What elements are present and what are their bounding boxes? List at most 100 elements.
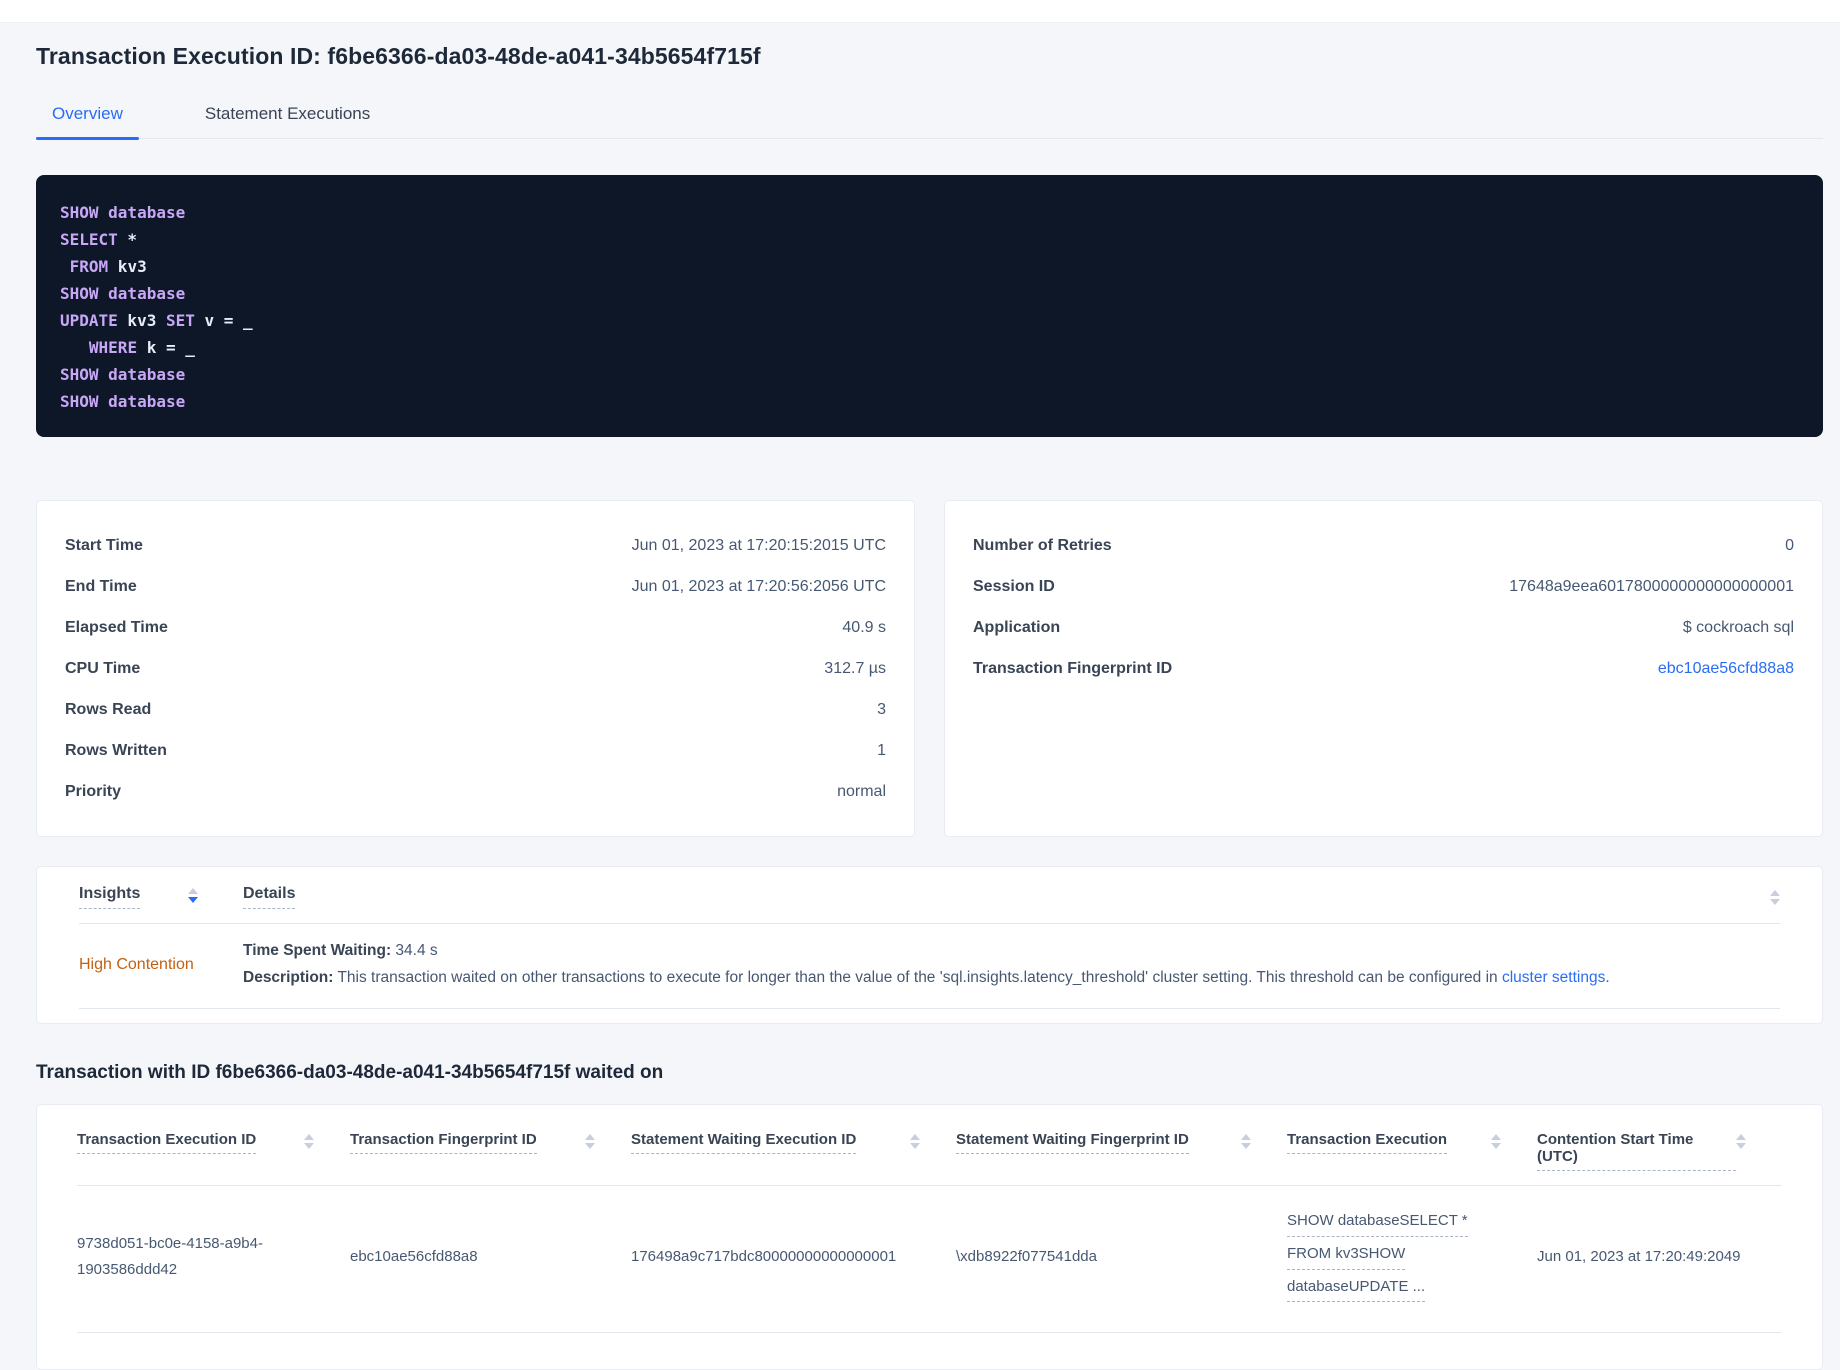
column-header-label[interactable]: Contention Start Time (UTC): [1537, 1131, 1736, 1171]
sort-up-icon: [1491, 1134, 1501, 1140]
transaction-execution-cell[interactable]: SHOW databaseSELECT * FROM kv3SHOW databas…: [1287, 1212, 1537, 1303]
time-spent-waiting-value: 34.4 s: [391, 942, 438, 959]
sort-arrows-icon[interactable]: [1491, 1134, 1501, 1149]
sort-arrows-icon[interactable]: [585, 1134, 595, 1149]
time-spent-waiting: Time Spent Waiting: 34.4 s: [243, 942, 1780, 960]
stat-label: CPU Time: [65, 659, 141, 677]
stat-row: Number of Retries 0: [973, 525, 1794, 566]
column-header[interactable]: Transaction Execution ID: [77, 1131, 350, 1171]
sort-down-icon: [910, 1143, 920, 1149]
sort-arrows-icon[interactable]: [1736, 1134, 1746, 1149]
stat-value: 312.7 µs: [824, 659, 886, 677]
insight-details: Time Spent Waiting: 34.4 s Description: …: [243, 942, 1780, 987]
description-label: Description:: [243, 969, 334, 986]
sort-down-icon: [1491, 1143, 1501, 1149]
sql-line: FROM kv3: [69, 257, 147, 276]
sql-line: SHOW database: [60, 284, 186, 303]
sort-up-icon: [1770, 890, 1780, 896]
stat-label: End Time: [65, 577, 137, 595]
sort-up-icon: [585, 1134, 595, 1140]
insight-description: Description: This transaction waited on …: [243, 969, 1780, 987]
column-header-label[interactable]: Transaction Fingerprint ID: [350, 1131, 537, 1154]
statement-waiting-fingerprint-id-cell: \xdb8922f077541dda: [956, 1248, 1097, 1265]
details-column-label[interactable]: Details: [243, 885, 296, 909]
description-text: This transaction waited on other transac…: [333, 969, 1502, 986]
sort-down-icon: [1241, 1143, 1251, 1149]
sql-line: SHOW database: [60, 365, 186, 384]
tab-overview[interactable]: Overview: [36, 94, 139, 140]
stat-label: Start Time: [65, 536, 143, 554]
column-header-label[interactable]: Transaction Execution ID: [77, 1131, 257, 1154]
transaction-execution-link-line[interactable]: FROM kv3SHOW: [1287, 1245, 1406, 1270]
column-header[interactable]: Transaction Execution: [1287, 1131, 1537, 1171]
sort-up-icon: [188, 888, 199, 894]
column-header-label[interactable]: Statement Waiting Fingerprint ID: [956, 1131, 1189, 1154]
stat-label: Number of Retries: [973, 536, 1112, 554]
sort-down-icon: [304, 1143, 314, 1149]
stat-value: 17648a9eea6017800000000000000001: [1509, 577, 1794, 595]
page-title: Transaction Execution ID: f6be6366-da03-…: [36, 43, 761, 69]
stat-row: CPU Time 312.7 µs: [65, 648, 886, 689]
sql-line: SHOW database: [60, 203, 186, 222]
stat-label: Priority: [65, 782, 122, 800]
stat-label: Application: [973, 618, 1061, 636]
stat-value: 1: [877, 741, 886, 759]
sort-down-icon: [188, 897, 199, 903]
stats-cards-row: Start Time Jun 01, 2023 at 17:20:15:2015 …: [36, 500, 1823, 837]
column-header[interactable]: Statement Waiting Fingerprint ID: [956, 1131, 1287, 1171]
stat-row: Rows Written 1: [65, 730, 886, 771]
stat-value: Jun 01, 2023 at 17:20:56:2056 UTC: [631, 577, 886, 595]
sort-arrows-icon[interactable]: [1241, 1134, 1251, 1149]
insights-column-label[interactable]: Insights: [79, 885, 141, 909]
insights-table: Insights Details High Contention Time Sp…: [36, 866, 1823, 1024]
top-strip: [0, 0, 1840, 23]
column-header-label[interactable]: Transaction Execution: [1287, 1131, 1448, 1154]
tab-statement-executions[interactable]: Statement Executions: [189, 94, 386, 138]
column-header[interactable]: Transaction Fingerprint ID: [350, 1131, 631, 1171]
stat-label: Session ID: [973, 577, 1055, 595]
stat-label: Rows Read: [65, 700, 152, 718]
column-header-label[interactable]: Statement Waiting Execution ID: [631, 1131, 857, 1154]
stat-row: Rows Read 3: [65, 689, 886, 730]
sql-line: SHOW database: [60, 392, 186, 411]
sort-down-icon: [1770, 899, 1780, 905]
sort-up-icon: [1241, 1134, 1251, 1140]
stat-row: Session ID 17648a9eea60178000000000000000…: [973, 566, 1794, 607]
insight-row: High Contention Time Spent Waiting: 34.4…: [79, 924, 1780, 1009]
transaction-execution-link-line[interactable]: databaseUPDATE ...: [1287, 1278, 1426, 1303]
waited-on-heading: Transaction with ID f6be6366-da03-48de-a…: [36, 1062, 664, 1083]
sort-arrows-icon[interactable]: [1770, 890, 1780, 905]
sort-arrows-icon[interactable]: [304, 1134, 314, 1149]
stat-row: Start Time Jun 01, 2023 at 17:20:15:2015 …: [65, 525, 886, 566]
stat-label: Transaction Fingerprint ID: [973, 659, 1173, 677]
sort-arrows-icon[interactable]: [188, 888, 199, 903]
tab-bar: Overview Statement Executions: [36, 94, 1823, 140]
column-header[interactable]: Contention Start Time (UTC): [1537, 1131, 1782, 1171]
time-spent-waiting-label: Time Spent Waiting:: [243, 942, 392, 959]
table-row: 9738d051-bc0e-4158-a9b4-1903586ddd42 ebc…: [77, 1186, 1782, 1334]
sort-arrows-icon[interactable]: [910, 1134, 920, 1149]
contention-start-time-cell: Jun 01, 2023 at 17:20:49:2049: [1537, 1248, 1741, 1265]
column-header[interactable]: Statement Waiting Execution ID: [631, 1131, 956, 1171]
sort-up-icon: [1736, 1134, 1746, 1140]
transaction-fingerprint-id-cell: ebc10ae56cfd88a8: [350, 1248, 478, 1265]
stat-value: Jun 01, 2023 at 17:20:15:2015 UTC: [631, 536, 886, 554]
stat-value: 3: [877, 700, 886, 718]
sort-down-icon: [585, 1143, 595, 1149]
transaction-execution-link-line[interactable]: SHOW databaseSELECT *: [1287, 1212, 1468, 1237]
stat-label: Rows Written: [65, 741, 167, 759]
stat-row: End Time Jun 01, 2023 at 17:20:56:2056 UT…: [65, 566, 886, 607]
insights-table-header: Insights Details: [79, 867, 1780, 924]
details-column-header[interactable]: Details: [243, 885, 1780, 909]
sort-up-icon: [304, 1134, 314, 1140]
sql-line: UPDATE kv3 SET v = _: [60, 311, 253, 330]
cluster-settings-link[interactable]: cluster settings: [1502, 969, 1605, 986]
stat-row: Application $ cockroach sql: [973, 607, 1794, 648]
insights-column-header[interactable]: Insights: [79, 885, 243, 909]
sql-statements-box: SHOW database SELECT * FROM kv3 SHOW datab…: [36, 175, 1823, 437]
stat-value: 0: [1785, 536, 1794, 554]
statement-waiting-execution-id-cell: 176498a9c717bdc80000000000000001: [631, 1248, 897, 1265]
transaction-fingerprint-link[interactable]: ebc10ae56cfd88a8: [1658, 660, 1794, 678]
stat-label: Elapsed Time: [65, 618, 168, 636]
sql-line: WHERE k = _: [88, 338, 195, 357]
